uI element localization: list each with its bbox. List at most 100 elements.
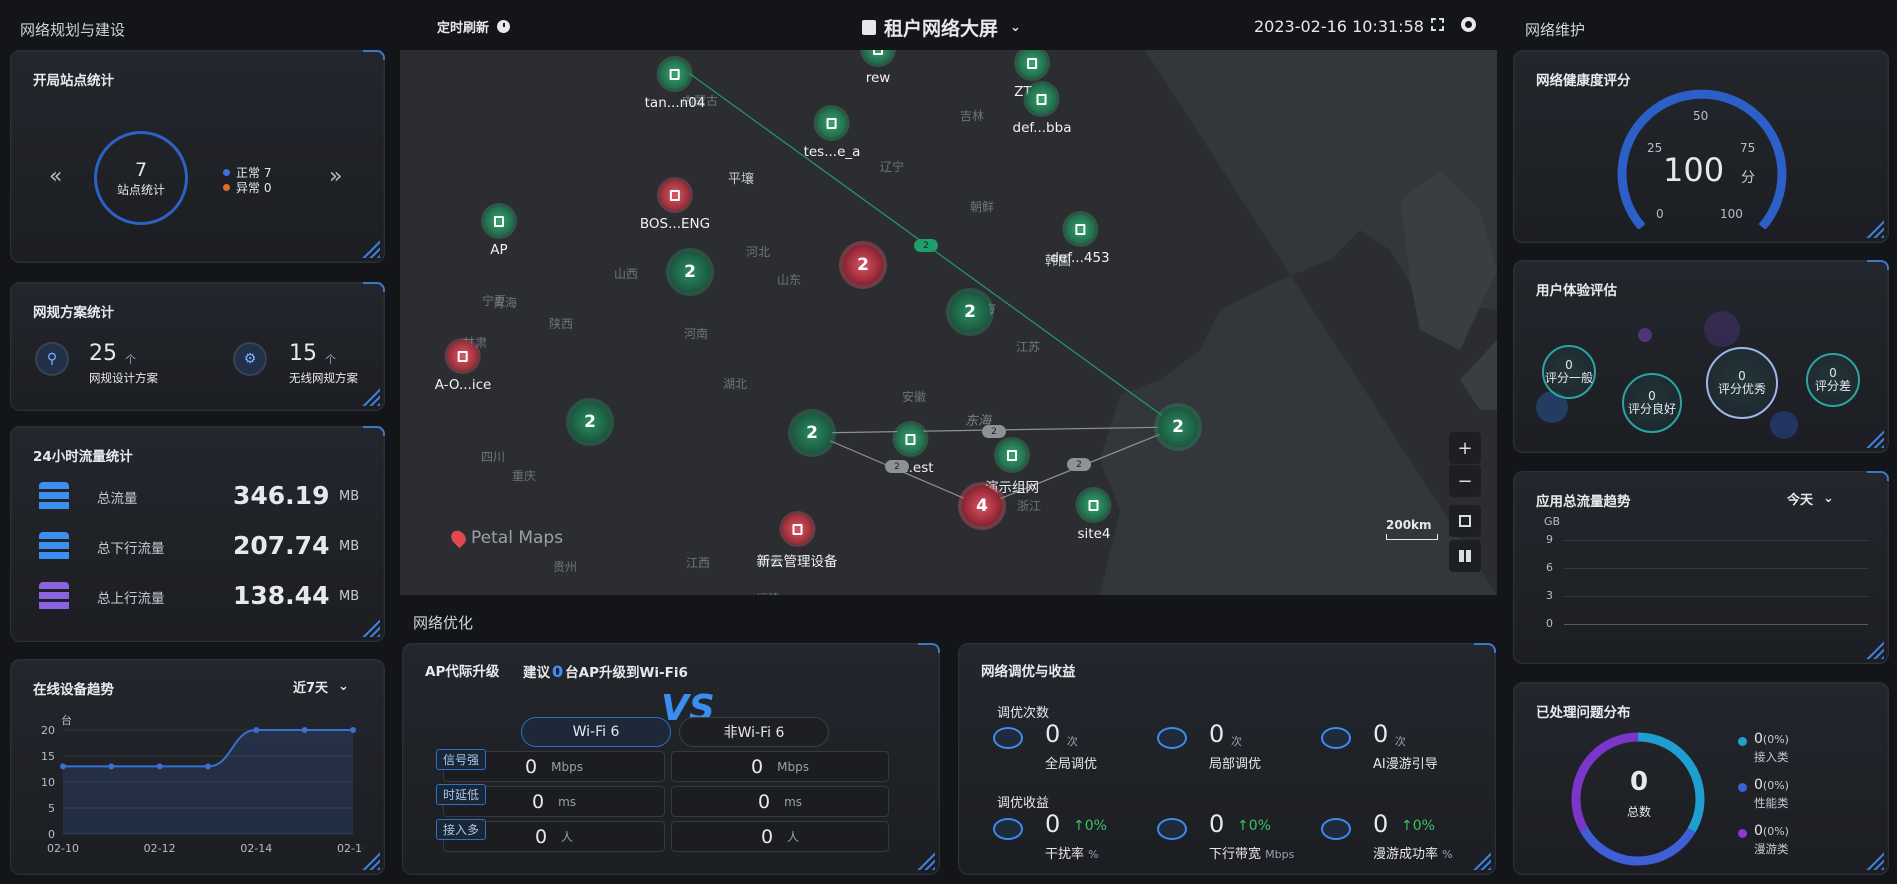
design-label: 网规设计方案 <box>89 371 158 385</box>
link-count-badge[interactable]: 2 <box>885 460 909 473</box>
map-node-label: tes...e_a <box>803 144 861 160</box>
x-tick-label: 02-12 <box>144 842 176 855</box>
map-device-node[interactable]: def...bba <box>1013 84 1071 136</box>
building-icon <box>484 206 514 236</box>
y-tick-label: 9 <box>1546 533 1553 546</box>
map-list-button[interactable] <box>1449 505 1481 537</box>
building-icon <box>659 59 690 89</box>
chevron-down-icon: ⌄ <box>338 679 349 694</box>
tuning-title: 网络调优与收益 <box>981 664 1076 680</box>
map-region-label: 贵州 <box>553 560 578 574</box>
map-cluster[interactable]: 2 <box>570 402 610 442</box>
data-point <box>301 727 308 733</box>
wireless-count: 15 <box>289 341 317 366</box>
nonwifi6-value: 0 <box>751 755 764 778</box>
data-point <box>350 727 356 733</box>
prev-arrow-icon[interactable]: « <box>49 164 62 189</box>
map-region-label: 湖北 <box>723 377 748 391</box>
tuning-count-label: 局部调优 <box>1209 757 1262 772</box>
building-icon <box>1017 50 1047 78</box>
fullscreen-icon[interactable] <box>1431 18 1444 31</box>
gain-value: 0 <box>1209 810 1225 838</box>
wireless-label: 无线网规方案 <box>289 371 358 385</box>
dashboard-title[interactable]: 租户网络大屏 ⌄ <box>862 14 1021 41</box>
map-device-node[interactable]: 演示组网 <box>985 440 1039 496</box>
ux-bubble[interactable]: 0 评分良好 <box>1622 373 1682 433</box>
map-device-node[interactable]: 新云管理设备 <box>757 514 838 570</box>
online-range-select[interactable]: 近7天 ⌄ <box>293 677 349 696</box>
map-region-label: 河北 <box>746 245 771 259</box>
next-arrow-icon[interactable]: » <box>329 164 342 189</box>
traffic-label: 总上行流量 <box>97 591 165 607</box>
issue-count: 0(0%) <box>1754 777 1789 793</box>
map-device-node[interactable]: rew <box>863 50 893 86</box>
map-region-label: 河南 <box>684 327 709 341</box>
map-cluster[interactable]: 2 <box>1158 407 1198 447</box>
y-tick-label: 5 <box>48 802 55 815</box>
gear-icon[interactable] <box>1461 17 1476 32</box>
ux-bubble[interactable]: 0 评分一般 <box>1542 345 1596 399</box>
app-range-select[interactable]: 今天 ⌄ <box>1787 489 1834 508</box>
wireless-plan-icon: ⚙ <box>233 342 267 376</box>
health-score: 100 <box>1663 151 1725 189</box>
map-device-node[interactable]: A-O...ice <box>435 341 491 393</box>
refresh-toggle[interactable]: 定时刷新 <box>437 17 511 36</box>
legend-dot <box>1738 783 1747 792</box>
gain-value: 0 <box>1373 810 1389 838</box>
ap-suggestion: 建议 0 台AP升级到Wi-Fi6 <box>523 661 688 682</box>
ap-title: AP代际升级 <box>425 664 500 680</box>
datetime: 2023-02-16 10:31:58 <box>1254 17 1424 36</box>
ap-metric-tag: 信号强 <box>436 749 487 770</box>
list-icon <box>1459 515 1471 527</box>
map-region-label: 江西 <box>686 556 711 570</box>
traffic-label: 总下行流量 <box>97 541 165 557</box>
map-device-node[interactable]: tan...n04 <box>645 59 705 111</box>
wifi6-value: 0 <box>531 790 545 813</box>
map-region-label: 朝鲜 <box>970 200 995 214</box>
map-device-node[interactable]: site4 <box>1078 490 1110 542</box>
wifi6-unit: 人 <box>561 830 574 844</box>
map-node-label: BOS...ENG <box>639 216 711 232</box>
tuning-icon <box>993 727 1023 749</box>
link-count-badge[interactable]: 2 <box>1067 458 1091 471</box>
map-cluster[interactable]: 2 <box>843 245 883 285</box>
zoom-in-button[interactable]: + <box>1449 432 1481 464</box>
map-device-node[interactable]: def...453 <box>1050 214 1110 266</box>
network-map[interactable]: 内蒙古吉林辽宁朝鲜河北山东宁夏山西青海甘肃陕西河南江苏安徽湖北四川重庆浙江西藏贵… <box>400 50 1497 595</box>
link-count-badge[interactable]: 2 <box>982 425 1006 438</box>
traffic-value: 207.74 <box>233 531 330 560</box>
map-layers-button[interactable] <box>1449 540 1481 572</box>
traffic-panel: 24小时流量统计 总流量 346.19 MB 总下行流量 207.74 MB 总上行流量 13… <box>10 426 385 642</box>
ap-metric-tag: 时延低 <box>436 784 487 805</box>
link-count-badge[interactable]: 2 <box>914 239 938 252</box>
building-icon <box>448 341 478 371</box>
map-device-node[interactable]: tes...e_a <box>803 108 861 160</box>
ux-bubble[interactable]: 0 评分优秀 <box>1706 347 1778 419</box>
traffic-stack-icon <box>39 482 69 512</box>
map-cluster[interactable]: 2 <box>670 252 710 292</box>
gain-icon <box>1157 818 1187 840</box>
map-scale: 200km <box>1386 518 1438 540</box>
nonwifi6-unit: ms <box>784 794 803 809</box>
y-tick-label: 0 <box>48 828 55 841</box>
health-tick-100: 100 <box>1720 207 1743 221</box>
map-cluster[interactable]: 2 <box>950 292 990 332</box>
map-device-node[interactable]: AP <box>484 206 514 258</box>
map-cluster[interactable]: 2 <box>792 413 832 453</box>
x-tick-label: 02-16 <box>337 842 363 855</box>
nonwifi6-cell: 0 Mbps <box>671 751 889 782</box>
online-chart: 0 5 10 15 20 02-10 02-12 02-14 02-16 <box>41 724 363 855</box>
ux-bubble[interactable]: 0 评分差 <box>1806 353 1860 407</box>
location-pin-icon <box>448 527 469 549</box>
online-panel: 在线设备趋势 近7天 ⌄ 台 0 5 10 15 20 02-10 02-12 02-14 02-… <box>10 659 385 875</box>
map-cluster[interactable]: 4 <box>962 486 1002 526</box>
map-device-node[interactable]: BOS...ENG <box>640 180 710 232</box>
issue-count: 0(0%) <box>1754 823 1789 839</box>
zoom-out-button[interactable]: − <box>1449 465 1481 497</box>
grid-line <box>1564 568 1868 569</box>
wifi6-header: Wi-Fi 6 <box>521 717 671 747</box>
chevron-down-icon: ⌄ <box>1823 491 1834 506</box>
issue-label: 接入类 <box>1754 750 1789 764</box>
legend-dot <box>1738 829 1747 838</box>
y-tick-label: 3 <box>1546 589 1553 602</box>
